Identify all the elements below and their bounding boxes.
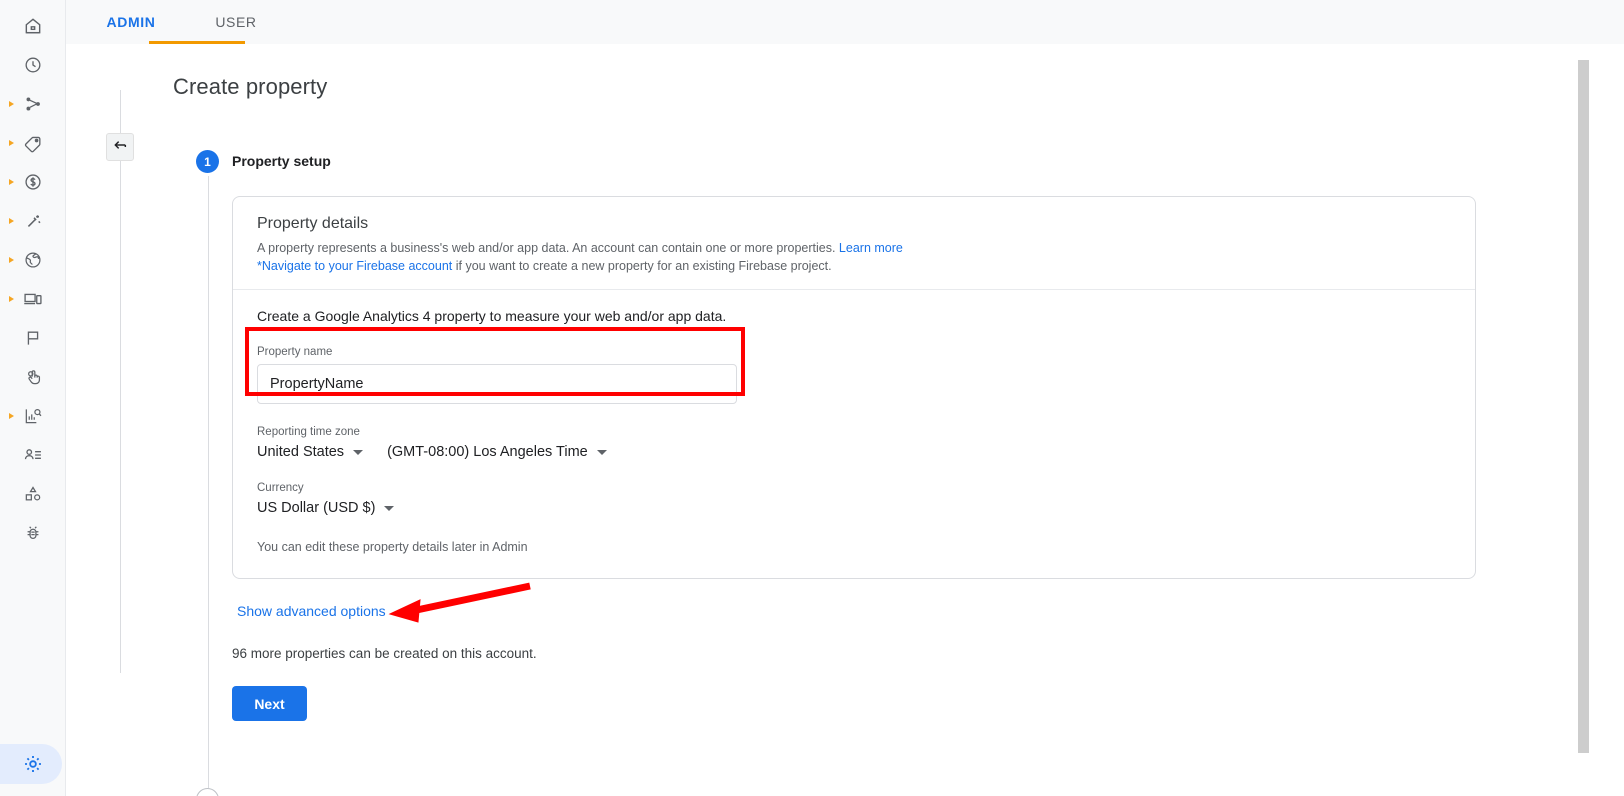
sidebar-item-home[interactable] — [0, 6, 66, 45]
sidebar-item-conversions[interactable] — [0, 318, 66, 357]
card-description-line1: A property represents a business's web a… — [257, 241, 836, 255]
card-helper-text: You can edit these property details late… — [257, 540, 528, 554]
tab-admin[interactable]: ADMIN — [83, 0, 179, 44]
time-zone-country-value: United States — [257, 444, 345, 460]
sidebar-item-admin-settings[interactable] — [0, 744, 66, 784]
sidebar-item-recent[interactable] — [0, 45, 66, 84]
chevron-down-icon — [384, 505, 395, 511]
shapes-icon — [22, 483, 44, 505]
chart-search-icon — [22, 405, 44, 427]
currency-value: US Dollar (USD $) — [257, 500, 376, 516]
scrollbar-thumb[interactable] — [1578, 60, 1589, 753]
left-nav-rail — [0, 0, 66, 796]
sidebar-item-tags[interactable] — [0, 123, 66, 162]
chevron-right-icon — [9, 217, 14, 224]
chevron-right-icon — [9, 295, 14, 302]
step-connector-line — [208, 176, 209, 788]
share-nodes-icon — [22, 93, 44, 115]
tab-user[interactable]: USER — [188, 0, 284, 44]
chevron-right-icon — [9, 100, 14, 107]
arrow-left-icon — [112, 137, 128, 158]
card-description: A property represents a business's web a… — [257, 239, 1451, 275]
bug-icon — [22, 522, 44, 544]
sidebar-item-tech[interactable] — [0, 279, 66, 318]
devices-icon — [22, 288, 44, 310]
sidebar-item-data-streams[interactable] — [0, 84, 66, 123]
sidebar-item-audiences[interactable] — [0, 435, 66, 474]
sidebar-item-attribution[interactable] — [0, 201, 66, 240]
time-zone-label: Reporting time zone — [257, 426, 360, 438]
chevron-right-icon — [9, 256, 14, 263]
time-zone-offset-select[interactable]: (GMT-08:00) Los Angeles Time — [387, 444, 607, 460]
globe-icon — [22, 249, 44, 271]
chevron-right-icon — [9, 139, 14, 146]
firebase-account-link[interactable]: *Navigate to your Firebase account — [257, 259, 452, 273]
card-intro-text: Create a Google Analytics 4 property to … — [257, 308, 727, 324]
sidebar-item-geo[interactable] — [0, 240, 66, 279]
step-title: Property setup — [232, 153, 331, 169]
left-rail-divider — [120, 90, 121, 673]
chevron-down-icon — [596, 449, 607, 455]
home-icon — [22, 15, 44, 37]
currency-selects: US Dollar (USD $) — [257, 500, 1451, 516]
touch-gesture-icon — [22, 366, 44, 388]
sidebar-item-monetization[interactable] — [0, 162, 66, 201]
currency-label: Currency — [257, 482, 304, 494]
card-title: Property details — [257, 215, 369, 232]
collapse-panel-button[interactable] — [106, 133, 134, 161]
card-description-line2: if you want to create a new property for… — [452, 259, 832, 273]
gear-icon — [22, 753, 44, 775]
sidebar-item-explore[interactable] — [0, 396, 66, 435]
sidebar-item-engagement[interactable] — [0, 357, 66, 396]
property-name-input[interactable] — [257, 364, 737, 404]
sidebar-item-segments[interactable] — [0, 474, 66, 513]
audience-icon — [22, 444, 44, 466]
tag-icon — [22, 132, 44, 154]
chevron-right-icon — [9, 412, 14, 419]
learn-more-link[interactable]: Learn more — [839, 241, 903, 255]
property-details-card: Property details A property represents a… — [232, 196, 1476, 579]
time-zone-selects: United States (GMT-08:00) Los Angeles Ti… — [257, 444, 1451, 460]
reporting-time-zone-field: Reporting time zone United States (GMT-0… — [257, 426, 1451, 460]
currency-field: Currency US Dollar (USD $) — [257, 482, 1451, 516]
time-zone-country-select[interactable]: United States — [257, 444, 364, 460]
magic-wand-icon — [22, 210, 44, 232]
dollar-circle-icon — [22, 171, 44, 193]
show-advanced-options-link[interactable]: Show advanced options — [237, 603, 386, 619]
top-tab-bar: ADMIN USER — [66, 0, 1624, 44]
flag-icon — [22, 327, 44, 349]
clock-history-icon — [22, 54, 44, 76]
property-name-field: Property name — [257, 346, 1451, 404]
chevron-right-icon — [9, 178, 14, 185]
next-button[interactable]: Next — [232, 686, 307, 721]
currency-select[interactable]: US Dollar (USD $) — [257, 500, 395, 516]
page-title: Create property — [173, 74, 328, 99]
step-number-badge: 1 — [196, 150, 219, 173]
app-root: ADMIN USER Create property 1 Property se… — [0, 0, 1624, 796]
card-header: Property details A property represents a… — [233, 197, 1475, 289]
sidebar-item-debugview[interactable] — [0, 513, 66, 552]
chevron-down-icon — [353, 449, 364, 455]
properties-count-text: 96 more properties can be created on thi… — [232, 646, 537, 661]
card-body: Create a Google Analytics 4 property to … — [233, 290, 1475, 574]
time-zone-offset-value: (GMT-08:00) Los Angeles Time — [387, 444, 588, 460]
property-name-label: Property name — [257, 346, 333, 358]
